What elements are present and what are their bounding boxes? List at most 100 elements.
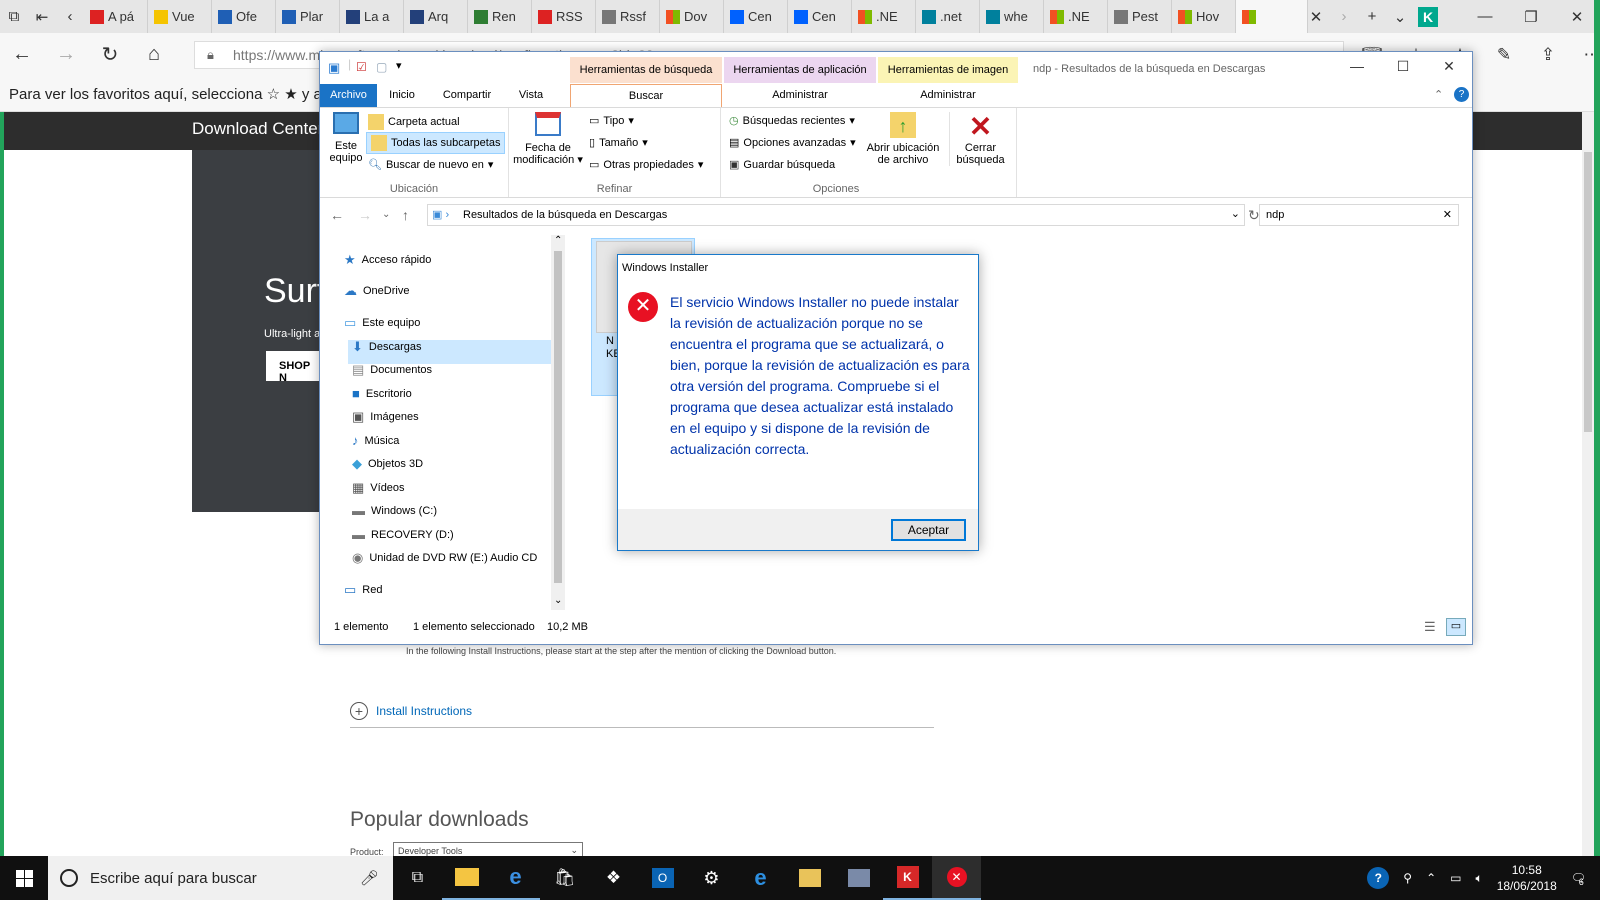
taskbar-store-icon[interactable]: 🛍︎ [540,856,589,900]
browser-tab[interactable]: Pest [1108,0,1172,33]
browser-tab[interactable]: Arq [404,0,468,33]
share-icon[interactable]: ⇪ [1526,33,1570,76]
taskbar-edge-icon[interactable]: e [491,856,540,900]
clock[interactable]: 10:58 18/06/2018 [1497,862,1557,894]
scroll-tabs-left-icon[interactable]: ‹ [56,0,84,33]
browser-tab[interactable]: RSS [532,0,596,33]
taskbar-search[interactable]: Escribe aquí para buscar 🎤︎ [48,856,393,900]
tipo-button[interactable]: ▭ Tipo ▾ [589,114,634,128]
todas-subcarpetas-button[interactable]: Todas las subcarpetas [366,132,506,154]
nav-item[interactable]: ▬ RECOVERY (D:) [352,527,454,542]
close-tab-icon[interactable]: ✕ [1302,0,1330,33]
browser-tab[interactable]: A pá [84,0,148,33]
help-icon[interactable]: ? [1454,87,1469,102]
web-note-icon[interactable]: ✎ [1482,33,1526,76]
qat-dropdown-icon[interactable]: ▾ [396,59,402,72]
browser-tab[interactable]: Cen [724,0,788,33]
carpeta-actual-button[interactable]: Carpeta actual [368,114,460,130]
aceptar-button[interactable]: Aceptar [891,519,966,541]
explorer-close-icon[interactable]: ✕ [1426,56,1472,80]
forward-icon[interactable]: → [44,33,88,76]
taskbar-error-icon[interactable]: ✕ [932,856,981,900]
taskbar-installer-icon[interactable] [834,856,883,900]
window-minimize-icon[interactable]: — [1462,0,1508,33]
explorer-minimize-icon[interactable]: — [1334,56,1380,80]
browser-tab[interactable]: .net [916,0,980,33]
install-instructions-toggle[interactable]: + Install Instructions [350,702,472,720]
page-scrollbar[interactable] [1582,112,1594,856]
tab-archivo[interactable]: Archivo [320,84,377,107]
clear-search-icon[interactable]: ✕ [1443,208,1452,221]
back-icon[interactable]: ← [330,207,344,223]
explorer-maximize-icon[interactable]: ☐ [1380,56,1426,80]
nav-item[interactable]: ▭ Red [344,582,382,598]
opciones-avanzadas-button[interactable]: ▤ Opciones avanzadas ▾ [729,136,856,150]
otras-propiedades-button[interactable]: ▭ Otras propiedades ▾ [589,158,703,172]
nav-item[interactable]: ▦ Vídeos [352,480,405,496]
tabs-aside-icon[interactable]: ⧉ [0,0,28,33]
new-tab-icon[interactable]: + [1358,0,1386,33]
path-box[interactable]: ▣ › Resultados de la búsqueda en Descarg… [427,204,1245,226]
chevron-down-icon[interactable]: ⌄ [1231,207,1240,220]
cerrar-busqueda-button[interactable]: ✕ Cerrar búsqueda [949,112,1011,166]
battery-icon[interactable]: ▭ [1450,871,1461,885]
nav-item[interactable]: ⬇ Descargas [352,339,421,355]
browser-tab[interactable]: Rssf [596,0,660,33]
search-input[interactable]: ndp ✕ [1259,204,1459,226]
notifications-icon[interactable]: 🗨︎ 6 [1571,871,1586,887]
details-view-icon[interactable]: ☰ [1424,619,1436,635]
window-restore-icon[interactable]: ❐ [1508,0,1554,33]
tab-administrar-app[interactable]: Administrar [724,84,876,107]
nav-scrollbar[interactable]: ⌃ ⌄ [551,235,565,610]
new-folder-icon[interactable]: ▢ [376,60,387,74]
recent-locations-icon[interactable]: ⌄ [382,209,390,220]
fecha-modificacion-button[interactable]: Fecha de modificación ▾ [511,112,585,166]
nav-item[interactable]: ▬ Windows (C:) [352,503,437,518]
buscar-de-nuevo-button[interactable]: 🔍︎ Buscar de nuevo en ▾ [368,158,493,172]
people-icon[interactable]: ⚲ [1403,871,1412,885]
browser-tab[interactable]: Hov [1172,0,1236,33]
scroll-up-icon[interactable]: ⌃ [554,235,562,246]
tab-preview-icon[interactable]: ⌄ [1386,0,1414,33]
taskbar-kaspersky-icon[interactable]: K [883,856,932,900]
browser-tab[interactable]: Dov [660,0,724,33]
scroll-down-icon[interactable]: ⌄ [554,595,562,606]
browser-tab[interactable]: Ren [468,0,532,33]
help-tray-icon[interactable]: ? [1367,867,1390,889]
nav-item[interactable]: ▣ Imágenes [352,409,419,425]
large-icons-view-icon[interactable]: ▭ [1446,618,1466,636]
nav-item[interactable]: ■ Escritorio [352,386,412,401]
taskbar-explorer-icon[interactable] [442,856,491,900]
download-center-title[interactable]: Download Center [192,119,323,139]
nav-item[interactable]: ◉ Unidad de DVD RW (E:) Audio CD [352,550,537,566]
set-aside-tabs-icon[interactable]: ⇤ [28,0,56,33]
browser-tab[interactable]: Ofe [212,0,276,33]
taskbar-dropbox-icon[interactable]: ❖ [589,856,638,900]
up-icon[interactable]: ↑ [402,207,409,223]
show-hidden-icons-icon[interactable]: ⌃ [1426,871,1436,885]
browser-tab[interactable]: .NE [1044,0,1108,33]
start-button[interactable] [0,856,48,900]
taskbar-ie-icon[interactable]: e [736,856,785,900]
este-equipo-button[interactable]: Este equipo [324,112,368,164]
browser-tab[interactable]: whe [980,0,1044,33]
collapse-ribbon-icon[interactable]: ⌃ [1434,88,1443,101]
volume-icon[interactable]: 🔈︎ [1476,871,1483,886]
browser-tab[interactable]: Vue [148,0,212,33]
refresh-icon[interactable]: ↻ [1248,207,1260,224]
tamano-button[interactable]: ▯ Tamaño ▾ [589,136,648,150]
taskbar-folder-app-icon[interactable] [785,856,834,900]
kaspersky-extension-icon[interactable]: K [1414,0,1442,33]
refresh-icon[interactable]: ↻ [88,33,132,76]
browser-tab[interactable]: Plar [276,0,340,33]
browser-tab[interactable]: Cen [788,0,852,33]
tab-vista[interactable]: Vista [506,84,556,107]
home-icon[interactable]: ⌂ [132,33,176,76]
guardar-busqueda-button[interactable]: ▣ Guardar búsqueda [729,158,835,172]
microphone-icon[interactable]: 🎤︎ [360,869,393,887]
busquedas-recientes-button[interactable]: ◷ Búsquedas recientes ▾ [729,114,855,128]
taskbar-settings-icon[interactable]: ⚙ [687,856,736,900]
tab-compartir[interactable]: Compartir [432,84,502,107]
shop-now-button[interactable]: SHOP N [266,351,320,384]
properties-icon[interactable]: ☑ [356,60,367,74]
